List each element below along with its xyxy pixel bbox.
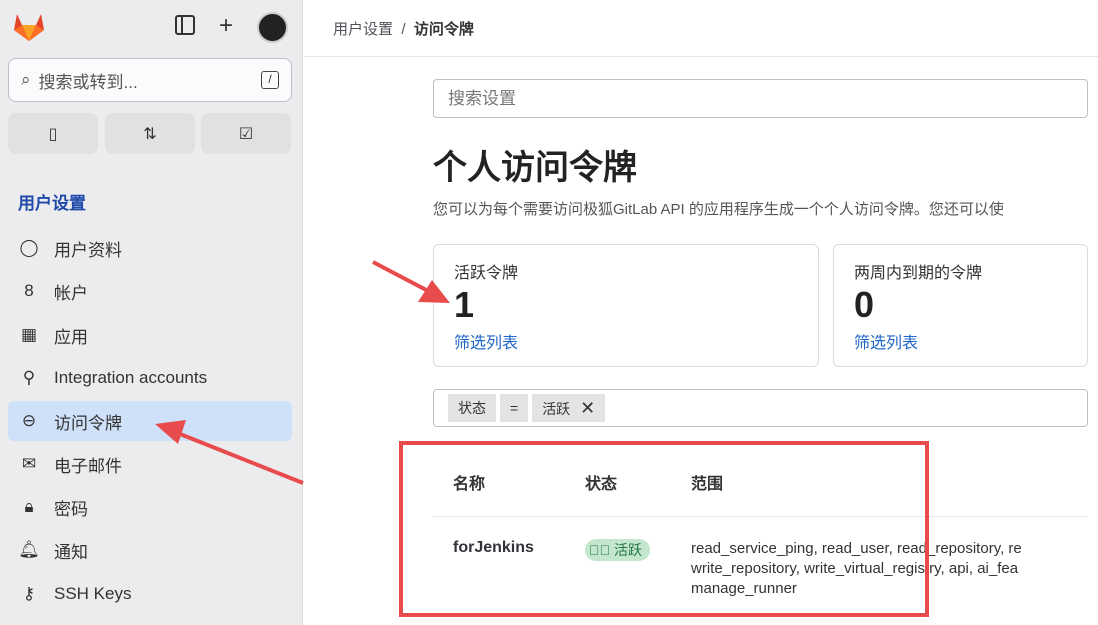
applications-icon: ▦ (20, 325, 38, 344)
filter-token-value[interactable]: 活跃 ✕ (532, 394, 606, 422)
sidebar-item-notifications[interactable]: 🔔︎ 通知 (8, 530, 292, 570)
merge-requests-button[interactable]: ⇅ (105, 113, 195, 154)
card-count: 0 (854, 284, 875, 325)
gitlab-logo[interactable] (12, 12, 46, 47)
sidebar-item-password[interactable]: 🔒︎ 密码 (8, 487, 292, 527)
table-row: forJenkins ✓⃝ 活跃 read_service_ping, read_… (433, 517, 1088, 622)
nav-label: 访问令牌 (54, 413, 122, 433)
issues-button[interactable]: ▯ (8, 113, 98, 154)
todo-icon: ☑ (238, 125, 254, 143)
nav-label: Integration accounts (54, 368, 208, 387)
filter-list-link[interactable]: 筛选列表 (454, 329, 798, 353)
scope-line: manage_runner (691, 580, 797, 597)
token-scopes: read_service_ping, read_user, read_repos… (671, 517, 1088, 622)
key-icon: ⚷ (22, 584, 36, 603)
card-title: 活跃令牌 (454, 265, 519, 282)
lock-icon: 🔒︎ (24, 497, 34, 516)
todo-button[interactable]: ☑ (201, 113, 291, 154)
filter-list-link[interactable]: 筛选列表 (854, 329, 1067, 353)
header-divider (304, 56, 1098, 57)
sidebar-item-integration-accounts[interactable]: ⚲ Integration accounts (8, 358, 292, 398)
nav-label: 帐户 (54, 283, 88, 303)
filter-value-label: 活跃 (542, 401, 571, 417)
sidebar-item-ssh-keys[interactable]: ⚷ SSH Keys (8, 574, 292, 614)
nav-label: 应用 (54, 327, 88, 347)
sidebar-item-access-tokens[interactable]: ⊖ 访问令牌 (8, 401, 292, 441)
shortcut-key: / (261, 71, 279, 89)
nav-label: 用户资料 (54, 240, 122, 260)
plus-icon[interactable]: + (219, 12, 233, 40)
table-header: 名称 状态 范围 (433, 450, 1088, 517)
tokens-table: 名称 状态 范围 forJenkins ✓⃝ 活跃 read_service_pi… (433, 450, 1088, 621)
search-icon: ⌕ (21, 70, 31, 89)
settings-search-input[interactable]: 搜索设置 (433, 79, 1088, 118)
check-circle-icon: ✓⃝ (589, 542, 610, 558)
status-badge: ✓⃝ 活跃 (585, 539, 650, 561)
section-title: 用户设置 (18, 194, 86, 213)
sidebar-toggle-icon[interactable] (175, 15, 195, 41)
sidebar-item-emails[interactable]: ✉ 电子邮件 (8, 444, 292, 484)
nav-label: SSH Keys (54, 584, 132, 603)
card-count: 1 (454, 284, 475, 325)
sidebar-item-account[interactable]: 8 帐户 (8, 271, 292, 311)
avatar[interactable] (257, 12, 288, 43)
merge-request-icon: ⇅ (143, 125, 157, 143)
integration-icon: ⚲ (22, 368, 36, 387)
page-description: 您可以为每个需要访问极狐GitLab API 的应用程序生成一个个人访问令牌。您… (433, 201, 1004, 218)
breadcrumb: 用户设置 / 访问令牌 (333, 18, 474, 39)
search-placeholder: 搜索或转到... (38, 72, 138, 92)
sidebar-item-profile[interactable]: ◯ 用户资料 (8, 228, 292, 268)
nav-label: 电子邮件 (54, 456, 122, 476)
user-icon: ◯ (19, 238, 39, 257)
sidebar: + ⌕ 搜索或转到... / ▯ ⇅ ☑ 用户设置 ◯ 用户资料 8 帐户 ▦ 应用 … (0, 0, 303, 625)
column-header-name[interactable]: 名称 (433, 450, 565, 517)
breadcrumb-separator: / (401, 21, 406, 38)
active-tokens-card: 活跃令牌 1 筛选列表 (433, 244, 819, 367)
expiring-tokens-card: 两周内到期的令牌 0 筛选列表 (833, 244, 1088, 367)
close-icon[interactable]: ✕ (580, 398, 595, 418)
bell-icon: 🔔︎ (18, 540, 40, 559)
filter-bar[interactable]: 状态 = 活跃 ✕ (433, 389, 1088, 427)
column-header-status[interactable]: 状态 (565, 450, 671, 517)
search-input[interactable]: ⌕ 搜索或转到... / (8, 58, 292, 102)
token-name: forJenkins (453, 539, 534, 556)
card-title: 两周内到期的令牌 (854, 265, 983, 282)
mail-icon: ✉ (21, 454, 37, 473)
page-title: 个人访问令牌 (433, 149, 637, 187)
sidebar-item-applications[interactable]: ▦ 应用 (8, 315, 292, 355)
main-content: 用户设置 / 访问令牌 搜索设置 个人访问令牌 您可以为每个需要访问极狐GitL… (304, 0, 1098, 625)
breadcrumb-current[interactable]: 访问令牌 (414, 21, 474, 38)
issues-icon: ▯ (48, 125, 58, 143)
scope-line: write_repository, write_virtual_registry… (691, 560, 1019, 577)
filter-token-operator[interactable]: = (500, 394, 529, 422)
status-label: 活跃 (614, 542, 642, 558)
account-icon: 8 (24, 281, 34, 300)
nav-label: 密码 (54, 499, 88, 519)
breadcrumb-parent[interactable]: 用户设置 (333, 21, 393, 38)
column-header-scopes[interactable]: 范围 (671, 450, 1088, 517)
nav-label: 通知 (54, 542, 88, 562)
scope-line: read_service_ping, read_user, read_repos… (691, 540, 1022, 557)
filter-token-field[interactable]: 状态 (448, 394, 496, 422)
token-icon: ⊖ (21, 411, 37, 430)
